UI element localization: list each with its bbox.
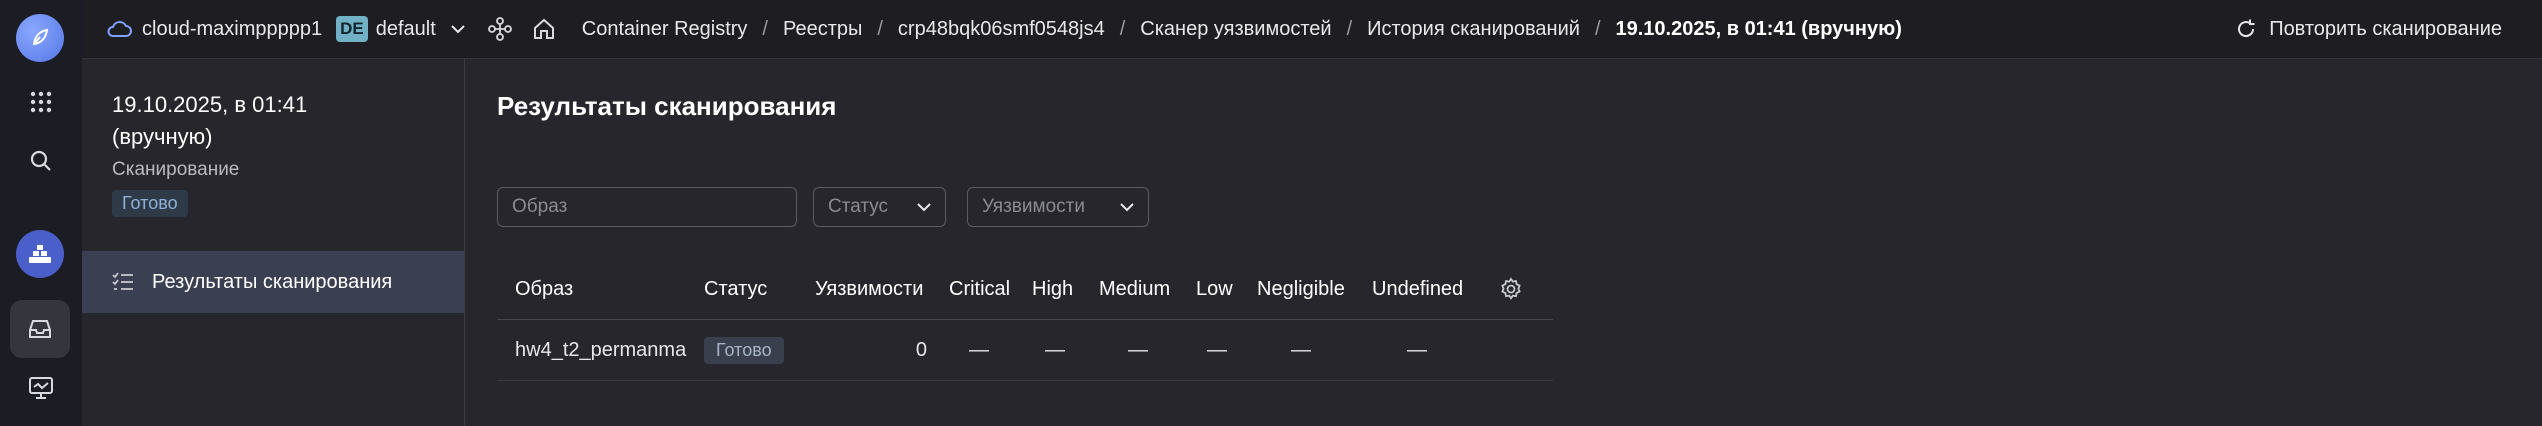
table-divider: [497, 380, 1553, 381]
folder-badge: DE: [336, 16, 368, 42]
cloud-name: cloud-maximppppp1: [142, 17, 323, 40]
cloud-icon: [106, 20, 132, 38]
refresh-icon: [2235, 18, 2257, 40]
home-icon[interactable]: [532, 17, 556, 41]
image-filter-placeholder: Образ: [512, 196, 568, 217]
column-header-image[interactable]: Образ: [515, 259, 573, 319]
gear-icon[interactable]: [1499, 259, 1523, 319]
breadcrumb-scanner[interactable]: Сканер уязвимостей: [1140, 18, 1331, 41]
breadcrumb-registry-id[interactable]: crp48bqk06smf0548js4: [898, 18, 1105, 41]
column-header-status[interactable]: Статус: [704, 259, 767, 319]
cell-image[interactable]: hw4_t2_permanma: [515, 320, 686, 380]
vuln-filter-select[interactable]: Уязвимости: [967, 187, 1149, 227]
retry-scan-label: Повторить сканирование: [2269, 17, 2502, 40]
scan-subtitle: Сканирование: [112, 159, 240, 180]
breadcrumb-separator: /: [1346, 17, 1353, 40]
results-table: Образ Статус Уязвимости Critical High Me…: [497, 259, 1553, 381]
logo-icon[interactable]: [16, 14, 64, 62]
cell-critical: —: [969, 338, 989, 361]
column-header-critical[interactable]: Critical: [949, 259, 1010, 319]
retry-scan-button[interactable]: Повторить сканирование: [2235, 0, 2502, 58]
chevron-down-icon: [450, 24, 466, 34]
column-header-vulns[interactable]: Уязвимости: [815, 259, 923, 319]
cell-negligible: —: [1291, 338, 1311, 361]
cloud-selector[interactable]: cloud-maximppppp1: [106, 18, 322, 41]
breadcrumb-registry[interactable]: Container Registry: [582, 18, 748, 41]
chevron-down-icon: [1120, 202, 1134, 212]
table-row[interactable]: hw4_t2_permanma Готово 0 — — — — — —: [497, 320, 1553, 380]
status-badge: Готово: [112, 190, 188, 217]
deploy-icon[interactable]: [16, 230, 64, 278]
status-filter-label: Статус: [828, 196, 889, 217]
top-bar: cloud-maximppppp1 DE default Container R…: [82, 0, 2542, 59]
breadcrumb-current: 19.10.2025, в 01:41 (вручную): [1615, 17, 1902, 40]
apps-grid-icon[interactable]: [21, 82, 61, 122]
left-rail: [0, 0, 82, 426]
nav-item-label: Результаты сканирования: [152, 270, 393, 293]
breadcrumb-separator: /: [877, 17, 883, 40]
image-filter-input[interactable]: Образ: [497, 187, 797, 227]
cell-status: Готово: [704, 320, 784, 380]
network-icon[interactable]: [487, 17, 512, 41]
cell-low: —: [1207, 338, 1227, 361]
inbox-icon[interactable]: [10, 300, 70, 358]
cell-high: —: [1045, 338, 1065, 361]
status-badge: Готово: [704, 336, 784, 364]
folder-selector[interactable]: DE default: [336, 16, 466, 42]
cell-medium: —: [1128, 338, 1148, 361]
column-header-low[interactable]: Low: [1196, 259, 1233, 319]
breadcrumb-separator: /: [762, 17, 768, 40]
chevron-down-icon: [917, 202, 931, 212]
breadcrumb-history[interactable]: История сканирований: [1367, 18, 1580, 41]
search-icon[interactable]: [21, 141, 61, 181]
scan-side-panel: 19.10.2025, в 01:41 (вручную) Сканирован…: [82, 59, 465, 426]
main-content: Результаты сканирования Образ Статус Уяз…: [465, 59, 2542, 426]
column-header-high[interactable]: High: [1032, 259, 1073, 319]
folder-name: default: [375, 17, 436, 40]
page-title: Результаты сканирования: [497, 91, 837, 121]
cell-vulns: 0: [915, 338, 927, 361]
breadcrumb-registries[interactable]: Реестры: [783, 18, 862, 41]
list-check-icon: [112, 272, 134, 292]
cell-undefined: —: [1407, 338, 1427, 361]
vuln-filter-label: Уязвимости: [982, 196, 1085, 217]
status-filter-select[interactable]: Статус: [813, 187, 946, 227]
table-header: Образ Статус Уязвимости Critical High Me…: [497, 259, 1553, 320]
scan-title: 19.10.2025, в 01:41 (вручную): [112, 92, 308, 149]
column-header-undefined[interactable]: Undefined: [1372, 259, 1463, 319]
breadcrumb-separator: /: [1594, 17, 1601, 40]
nav-item-scan-results[interactable]: Результаты сканирования: [82, 251, 464, 313]
column-header-medium[interactable]: Medium: [1099, 259, 1170, 319]
monitor-icon[interactable]: [21, 368, 61, 408]
column-header-negligible[interactable]: Negligible: [1257, 259, 1345, 319]
breadcrumb-separator: /: [1119, 17, 1126, 40]
